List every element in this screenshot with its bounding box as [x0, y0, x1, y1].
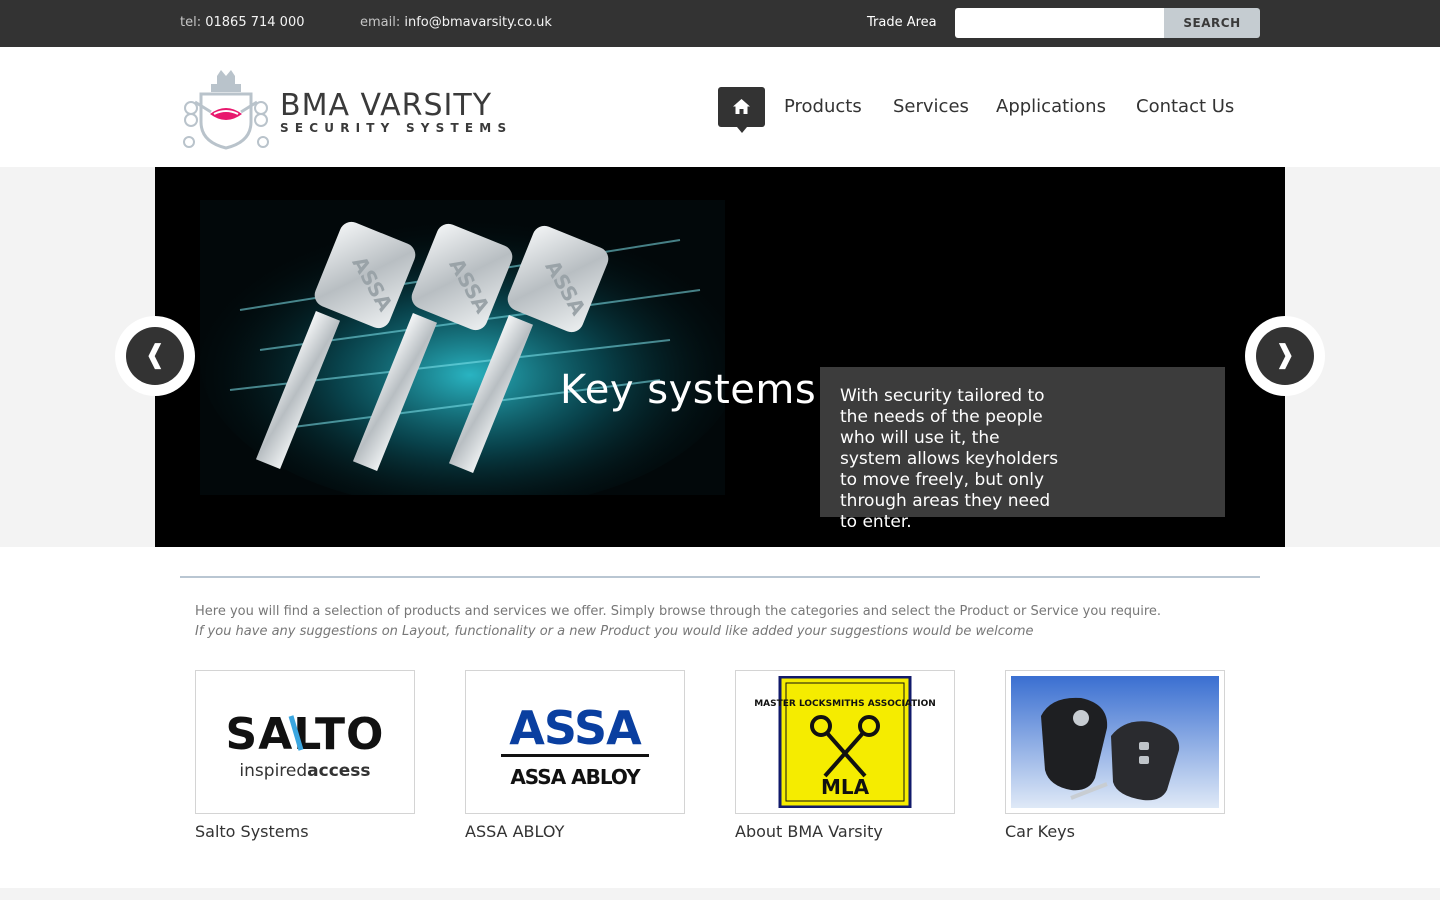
footer-band [0, 888, 1440, 900]
mla-logo: MASTER LOCKSMITHS ASSOCIATION MLA [741, 675, 949, 809]
card-title: ASSA ABLOY [465, 822, 565, 841]
intro-text: Here you will find a selection of produc… [195, 604, 1162, 619]
hero-keys-image: ASSA ASSA ASSA [200, 200, 725, 495]
brand-wordmark[interactable]: BMA VARSITY SECURITY SYSTEMS [280, 88, 513, 136]
nav-services[interactable]: Services [893, 96, 969, 117]
assa-abloy-logo: ASSA ASSA ABLOY [471, 676, 679, 808]
slide-title: Key systems [560, 367, 817, 413]
card-title: About BMA Varsity [735, 822, 883, 841]
card-salto-systems[interactable]: SALTO inspiredaccess Salto Systems [195, 670, 415, 841]
card-image-frame: ASSA ASSA ABLOY [465, 670, 685, 814]
svg-text:ASSA ABLOY: ASSA ABLOY [510, 765, 641, 789]
card-title: Car Keys [1005, 822, 1075, 841]
contact-phone: tel: 01865 714 000 [180, 15, 304, 30]
search-input[interactable] [955, 8, 1165, 38]
card-image-frame: MASTER LOCKSMITHS ASSOCIATION MLA [735, 670, 955, 814]
email-address[interactable]: info@bmavarsity.co.uk [404, 15, 552, 30]
intro-suggestion-text: If you have any suggestions on Layout, f… [195, 624, 1034, 639]
nav-home-button[interactable] [718, 87, 765, 133]
nav-applications[interactable]: Applications [996, 96, 1106, 117]
contact-email: email: info@bmavarsity.co.uk [360, 15, 552, 30]
svg-text:ASSA: ASSA [509, 701, 642, 755]
brand-name: BMA VARSITY [280, 88, 493, 123]
trade-area-link[interactable]: Trade Area [867, 15, 937, 30]
svg-text:MLA: MLA [821, 775, 870, 799]
nav-contact-us[interactable]: Contact Us [1136, 96, 1234, 117]
card-car-keys[interactable]: Car Keys [1005, 670, 1225, 841]
nav-products[interactable]: Products [784, 96, 862, 117]
card-image-frame [1005, 670, 1225, 814]
card-about-bma-varsity[interactable]: MASTER LOCKSMITHS ASSOCIATION MLA About … [735, 670, 955, 841]
brand-tagline: SECURITY SYSTEMS [280, 121, 513, 135]
search-button[interactable]: SEARCH [1164, 8, 1260, 38]
phone-number[interactable]: 01865 714 000 [205, 15, 304, 30]
car-keys-image [1011, 676, 1219, 808]
section-divider [180, 576, 1260, 578]
phone-label: tel: [180, 15, 202, 30]
slide-caption: With security tailored to the needs of t… [820, 367, 1225, 532]
svg-text:SALTO: SALTO [226, 709, 385, 760]
hero-slider: ASSA ASSA ASSA Key systems With security… [155, 167, 1285, 547]
slider-next-button[interactable]: ❱ [1245, 316, 1325, 396]
site-header: BMA VARSITY SECURITY SYSTEMS Products Se… [0, 47, 1440, 167]
chevron-right-icon: ❱ [1256, 327, 1314, 385]
email-label: email: [360, 15, 401, 30]
slider-prev-button[interactable]: ❰ [115, 316, 195, 396]
svg-text:MASTER LOCKSMITHS ASSOCIATION: MASTER LOCKSMITHS ASSOCIATION [754, 699, 936, 709]
top-bar: tel: 01865 714 000 email: info@bmavarsit… [0, 0, 1440, 47]
salto-logo: SALTO inspiredaccess [201, 676, 409, 808]
card-image-frame: SALTO inspiredaccess [195, 670, 415, 814]
card-assa-abloy[interactable]: ASSA ASSA ABLOY ASSA ABLOY [465, 670, 685, 841]
card-title: Salto Systems [195, 822, 309, 841]
chevron-left-icon: ❰ [126, 327, 184, 385]
bma-crest-logo[interactable] [181, 68, 271, 152]
svg-text:inspiredaccess: inspiredaccess [239, 761, 370, 781]
home-icon [733, 99, 750, 114]
